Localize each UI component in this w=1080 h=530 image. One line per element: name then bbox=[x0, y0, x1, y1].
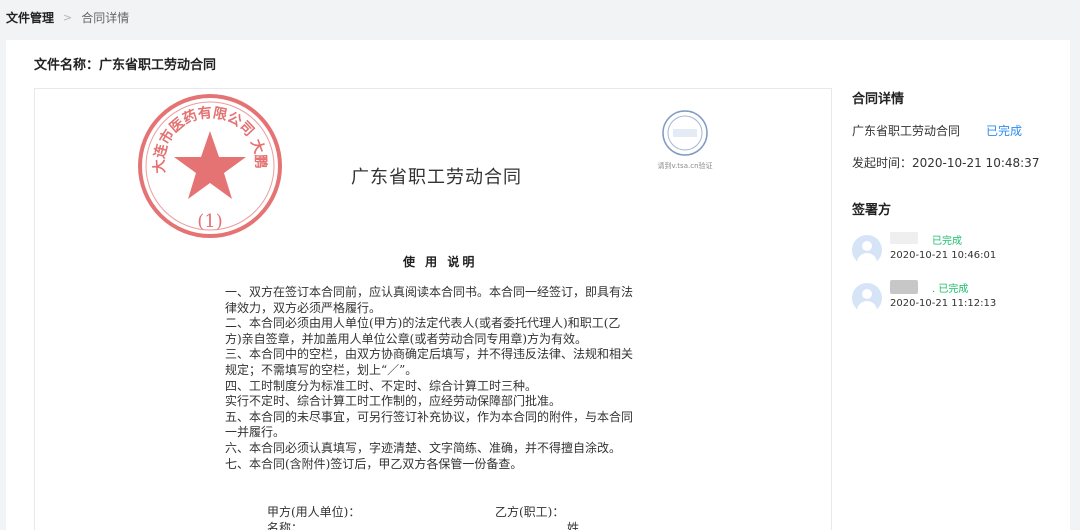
file-title: 文件名称： 广东省职工劳动合同 bbox=[34, 54, 216, 73]
rule-line: 三、本合同中的空栏，由双方协商确定后填写，并不得违反法律、法规和相关 bbox=[225, 347, 634, 362]
seal-number: (1) bbox=[197, 211, 223, 232]
rule-line: 规定；不需填写的空栏，划上“／”。 bbox=[225, 362, 418, 377]
file-name: 广东省职工劳动合同 bbox=[99, 58, 217, 73]
breadcrumb: 文件管理 > 合同详情 bbox=[6, 8, 129, 26]
party-b-label: 乙方(职工)： bbox=[495, 505, 565, 519]
breadcrumb-separator: > bbox=[63, 10, 73, 24]
contract-status-badge: 已完成 bbox=[986, 124, 1023, 138]
contract-details-heading: 合同详情 bbox=[852, 92, 905, 107]
name-field-label: 名称： bbox=[267, 521, 304, 530]
surname-field-label: 姓 bbox=[567, 521, 580, 530]
signer-item[interactable]: . 已完成 2020-10-21 11:12:13 bbox=[852, 278, 1062, 326]
timestamp-caption: 请到v.tsa.cn验证 bbox=[657, 162, 713, 170]
sent-time: 发起时间：2020-10-21 10:48:37 bbox=[852, 156, 1040, 170]
signer-name-redacted bbox=[890, 280, 918, 294]
timestamp-badge: 请到v.tsa.cn验证 bbox=[645, 107, 725, 177]
contract-name: 广东省职工劳动合同 bbox=[852, 124, 961, 138]
signer-time: 2020-10-21 10:46:01 bbox=[890, 250, 997, 261]
signer-status: . 已完成 bbox=[932, 284, 969, 295]
breadcrumb-file-management[interactable]: 文件管理 bbox=[6, 9, 54, 26]
signers-heading: 签署方 bbox=[852, 203, 892, 218]
signer-name-redacted bbox=[890, 232, 918, 244]
main-card: 文件名称： 广东省职工劳动合同 大连市医药有限公司 大鹏药集团 (1) 请到v.… bbox=[6, 40, 1070, 530]
signer-time: 2020-10-21 11:12:13 bbox=[890, 298, 997, 309]
breadcrumb-current: 合同详情 bbox=[81, 10, 130, 25]
signer-item[interactable]: 已完成 2020-10-21 10:46:01 bbox=[852, 230, 1062, 278]
rule-line: 方)亲自签章，并加盖用人单位公章(或者劳动合同专用章)方为有效。 bbox=[225, 331, 588, 346]
rule-line: 七、本合同(含附件)签订后，甲乙双方各保管一份备查。 bbox=[225, 456, 523, 471]
rule-line: 六、本合同必须认真填写，字迹清楚、文字简练、准确，并不得擅自涂改。 bbox=[225, 440, 622, 455]
rule-line: 一、双方在签订本合同前，应认真阅读本合同书。本合同一经签订，即具有法 bbox=[225, 285, 634, 299]
rule-line: 实行不定时、综合计算工时工作制的，应经劳动保障部门批准。 bbox=[225, 394, 562, 409]
rule-line: 一并履行。 bbox=[225, 425, 286, 440]
contract-summary: 广东省职工劳动合同 已完成 bbox=[852, 122, 1062, 139]
party-a-label: 甲方(用人单位)： bbox=[267, 505, 361, 519]
usage-rules: 一、双方在签订本合同前，应认真阅读本合同书。本合同一经签订，即具有法 律效力，双… bbox=[225, 285, 645, 472]
rule-line: 五、本合同的未尽事宜，可另行签订补充协议，作为本合同的附件，与本合同 bbox=[225, 409, 634, 424]
usage-heading: 使 用 说明 bbox=[403, 255, 478, 269]
company-seal-stamp: 大连市医药有限公司 大鹏药集团 (1) bbox=[135, 91, 282, 238]
rule-line: 二、本合同必须由用人单位(甲方)的法定代表人(或者委托代理人)和职工(乙 bbox=[225, 316, 621, 331]
timestamp-seal-icon bbox=[662, 110, 708, 156]
avatar bbox=[852, 235, 882, 265]
contract-sidebar: 合同详情 广东省职工劳动合同 已完成 发起时间：2020-10-21 10:48… bbox=[852, 88, 1062, 326]
rule-line: 律效力，双方必须严格履行。 bbox=[225, 300, 382, 315]
document-preview[interactable]: 大连市医药有限公司 大鹏药集团 (1) 请到v.tsa.cn验证 广东省职工劳动… bbox=[34, 88, 832, 530]
file-name-label: 文件名称： bbox=[34, 58, 100, 73]
document-title: 广东省职工劳动合同 bbox=[351, 167, 522, 188]
rule-line: 四、工时制度分为标准工时、不定时、综合计算工时三种。 bbox=[225, 378, 538, 393]
signer-status: 已完成 bbox=[932, 236, 962, 247]
avatar bbox=[852, 283, 882, 313]
